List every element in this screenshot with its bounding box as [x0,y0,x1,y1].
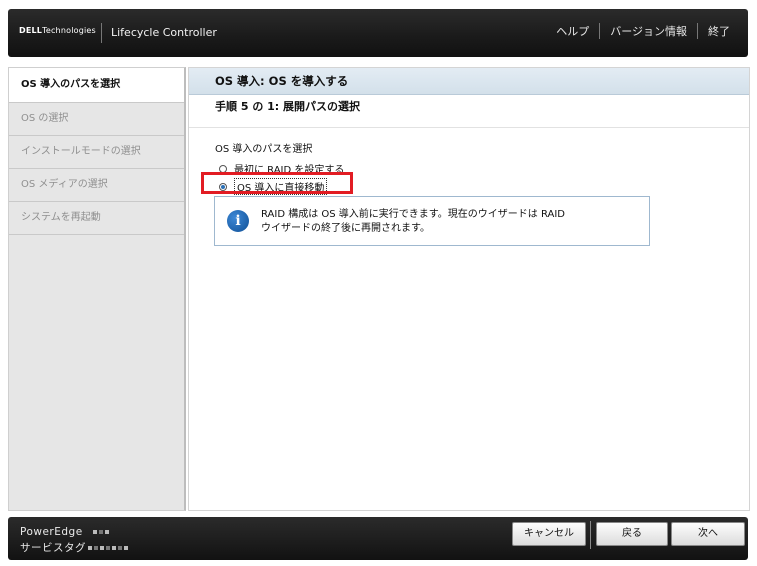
help-link[interactable]: ヘルプ [546,23,599,39]
top-nav: ヘルプ バージョン情報 終了 [546,23,740,39]
sidebar-item-install-mode[interactable]: インストールモードの選択 [9,136,184,169]
model-name: PowerEdge [20,524,128,540]
info-icon: i [227,210,249,232]
next-button[interactable]: 次へ [671,522,745,546]
sidebar-item-reboot[interactable]: システムを再起動 [9,202,184,235]
sidebar-item-select-os[interactable]: OS の選択 [9,103,184,136]
info-text: RAID 構成は OS 導入前に実行できます。現在のウイザードは RAID ウイ… [261,209,565,234]
service-tag: サービスタグ [20,540,128,556]
about-link[interactable]: バージョン情報 [600,23,697,39]
wizard-steps-sidebar: OS 導入のパスを選択 OS の選択 インストールモードの選択 OS メディアの… [8,67,186,511]
back-button[interactable]: 戻る [596,522,668,546]
dell-logo: DELLTechnologies [19,26,96,35]
button-divider [590,521,591,549]
cancel-button[interactable]: キャンセル [512,522,586,546]
page-title: OS 導入: OS を導入する [189,68,749,95]
main-panel: OS 導入: OS を導入する 手順 5 の 1: 展開パスの選択 OS 導入の… [188,67,750,511]
sidebar-item-select-path[interactable]: OS 導入のパスを選択 [9,68,184,103]
sidebar-item-os-media[interactable]: OS メディアの選択 [9,169,184,202]
exit-link[interactable]: 終了 [698,23,740,39]
info-message: i RAID 構成は OS 導入前に実行できます。現在のウイザードは RAID … [214,196,650,246]
header-divider [101,23,102,43]
app-header: DELLTechnologies Lifecycle Controller ヘル… [8,9,748,57]
app-title: Lifecycle Controller [111,26,217,39]
step-title: 手順 5 の 1: 展開パスの選択 [189,95,749,128]
system-info: PowerEdge サービスタグ [20,524,128,556]
selection-highlight [201,172,353,194]
section-label: OS 導入のパスを選択 [215,144,313,155]
app-footer: PowerEdge サービスタグ キャンセル 戻る 次へ [8,517,748,560]
